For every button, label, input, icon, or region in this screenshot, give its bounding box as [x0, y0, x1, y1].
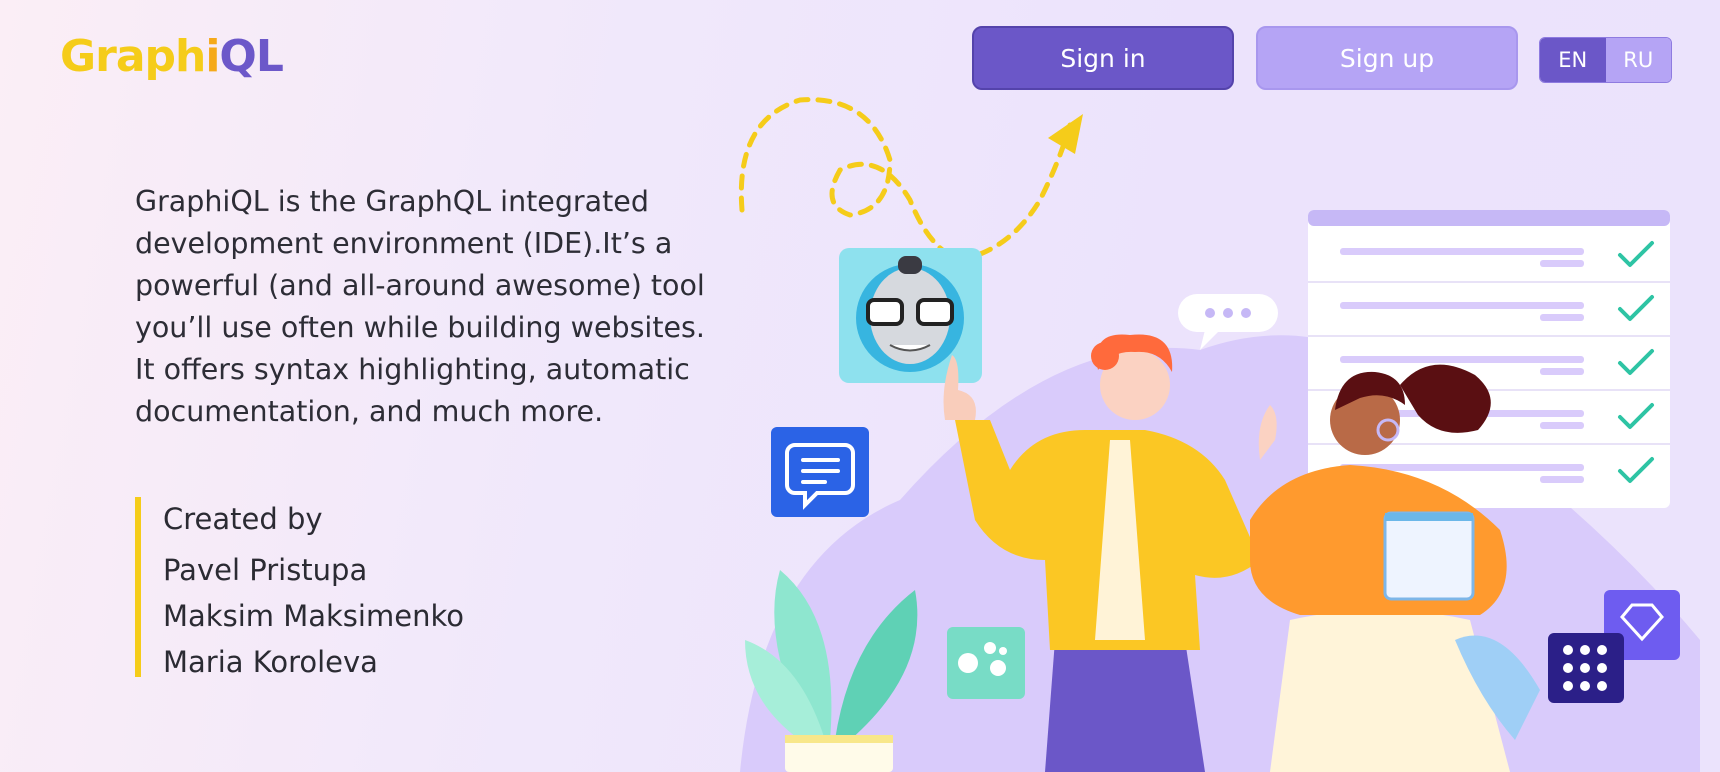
sign-up-button[interactable]: Sign up — [1256, 26, 1518, 90]
hero-illustration — [738, 97, 1700, 772]
logo-ql: QL — [219, 31, 283, 82]
language-en-button[interactable]: EN — [1540, 38, 1606, 82]
checklist-icon — [1308, 210, 1670, 508]
logo[interactable]: GraphiQL — [60, 28, 284, 86]
logo-i: i — [205, 31, 220, 82]
chat-icon — [771, 427, 869, 517]
language-switcher: EN RU — [1539, 37, 1672, 83]
language-ru-button[interactable]: RU — [1605, 38, 1671, 82]
credit-name: Maksim Maksimenko — [163, 599, 464, 633]
credit-name: Pavel Pristupa — [163, 553, 368, 587]
credits-block: Created by Pavel Pristupa Maksim Maksime… — [135, 497, 464, 679]
credit-name: Maria Koroleva — [163, 645, 378, 679]
app-description: GraphiQL is the GraphQL integrated devel… — [135, 185, 705, 428]
logo-graph: Graph — [60, 31, 206, 82]
credits-title: Created by — [163, 502, 323, 536]
robot-avatar-icon — [839, 248, 982, 383]
dots-icon — [947, 627, 1025, 699]
sign-in-button[interactable]: Sign in — [972, 26, 1234, 90]
